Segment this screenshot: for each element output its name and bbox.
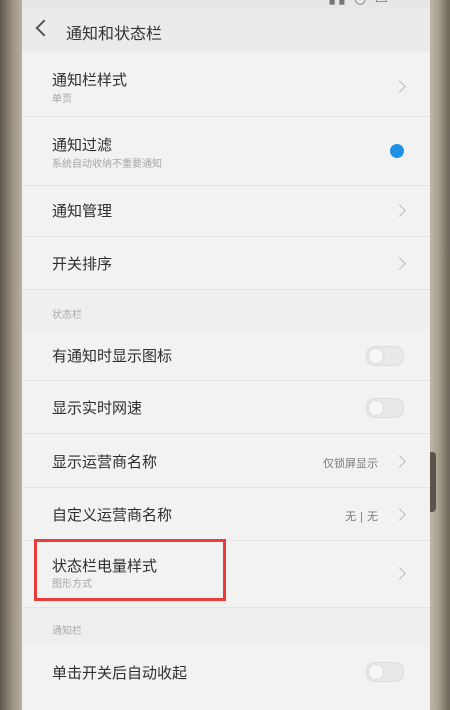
section-header-notification-bar: 通知栏 [52,626,82,637]
row-switch-order[interactable]: 开关排序 [22,237,430,290]
title-bar: 通知和状态栏 [22,8,430,52]
row-show-net-speed[interactable]: 显示实时网速 [22,381,430,434]
row-notification-filter[interactable]: 通知过滤 系统自动收纳不重要通知 [22,117,430,186]
toggle-knob [369,349,383,363]
device-bezel-left [0,0,22,710]
row-notification-manage[interactable]: 通知管理 [22,186,430,237]
chevron-right-icon [393,567,406,580]
row-custom-carrier[interactable]: 自定义运营商名称 无 | 无 [22,488,430,541]
page-title: 通知和状态栏 [66,24,163,43]
notification-filter-toggle[interactable] [390,144,404,158]
row-auto-collapse[interactable]: 单击开关后自动收起 [22,646,430,710]
device-bezel-right [430,0,450,710]
row-label: 开关排序 [52,255,113,273]
row-show-icon[interactable]: 有通知时显示图标 [22,330,430,381]
chevron-right-icon [393,508,406,521]
chevron-right-icon [393,455,406,468]
status-icons: ▮▮ ◔ ▭ [328,0,390,7]
chevron-right-icon [393,257,406,270]
row-label: 显示运营商名称 [52,453,158,471]
row-sublabel: 单页 [52,94,72,105]
row-notification-style[interactable]: 通知栏样式 单页 [22,52,430,117]
row-label: 显示实时网速 [52,399,143,417]
status-bar: ▮▮ ◔ ▭ [22,0,430,8]
carrier-name-value: 仅锁屏显示 [323,457,378,470]
settings-screen: ▮▮ ◔ ▭ 通知和状态栏 通知栏样式 单页 通知过滤 系统自动收纳不重要通知 … [22,0,430,710]
row-label: 单击开关后自动收起 [52,664,188,682]
toggle-knob [369,401,383,415]
net-speed-toggle[interactable] [366,398,404,418]
row-label: 通知管理 [52,202,113,220]
chevron-right-icon [393,80,406,93]
back-arrow-icon[interactable] [35,19,53,37]
row-label: 有通知时显示图标 [52,347,173,365]
highlight-box [34,539,226,601]
show-icon-toggle[interactable] [366,346,404,366]
row-label: 通知过滤 [52,136,113,154]
toggle-knob [369,665,383,679]
chevron-right-icon [393,204,406,217]
row-label: 通知栏样式 [52,71,128,89]
row-label: 自定义运营商名称 [52,506,173,524]
auto-collapse-toggle[interactable] [366,662,404,682]
section-header-status-bar: 状态栏 [52,310,82,321]
row-sublabel: 系统自动收纳不重要通知 [52,159,162,170]
custom-carrier-value: 无 | 无 [345,510,378,523]
row-carrier-name[interactable]: 显示运营商名称 仅锁屏显示 [22,434,430,488]
